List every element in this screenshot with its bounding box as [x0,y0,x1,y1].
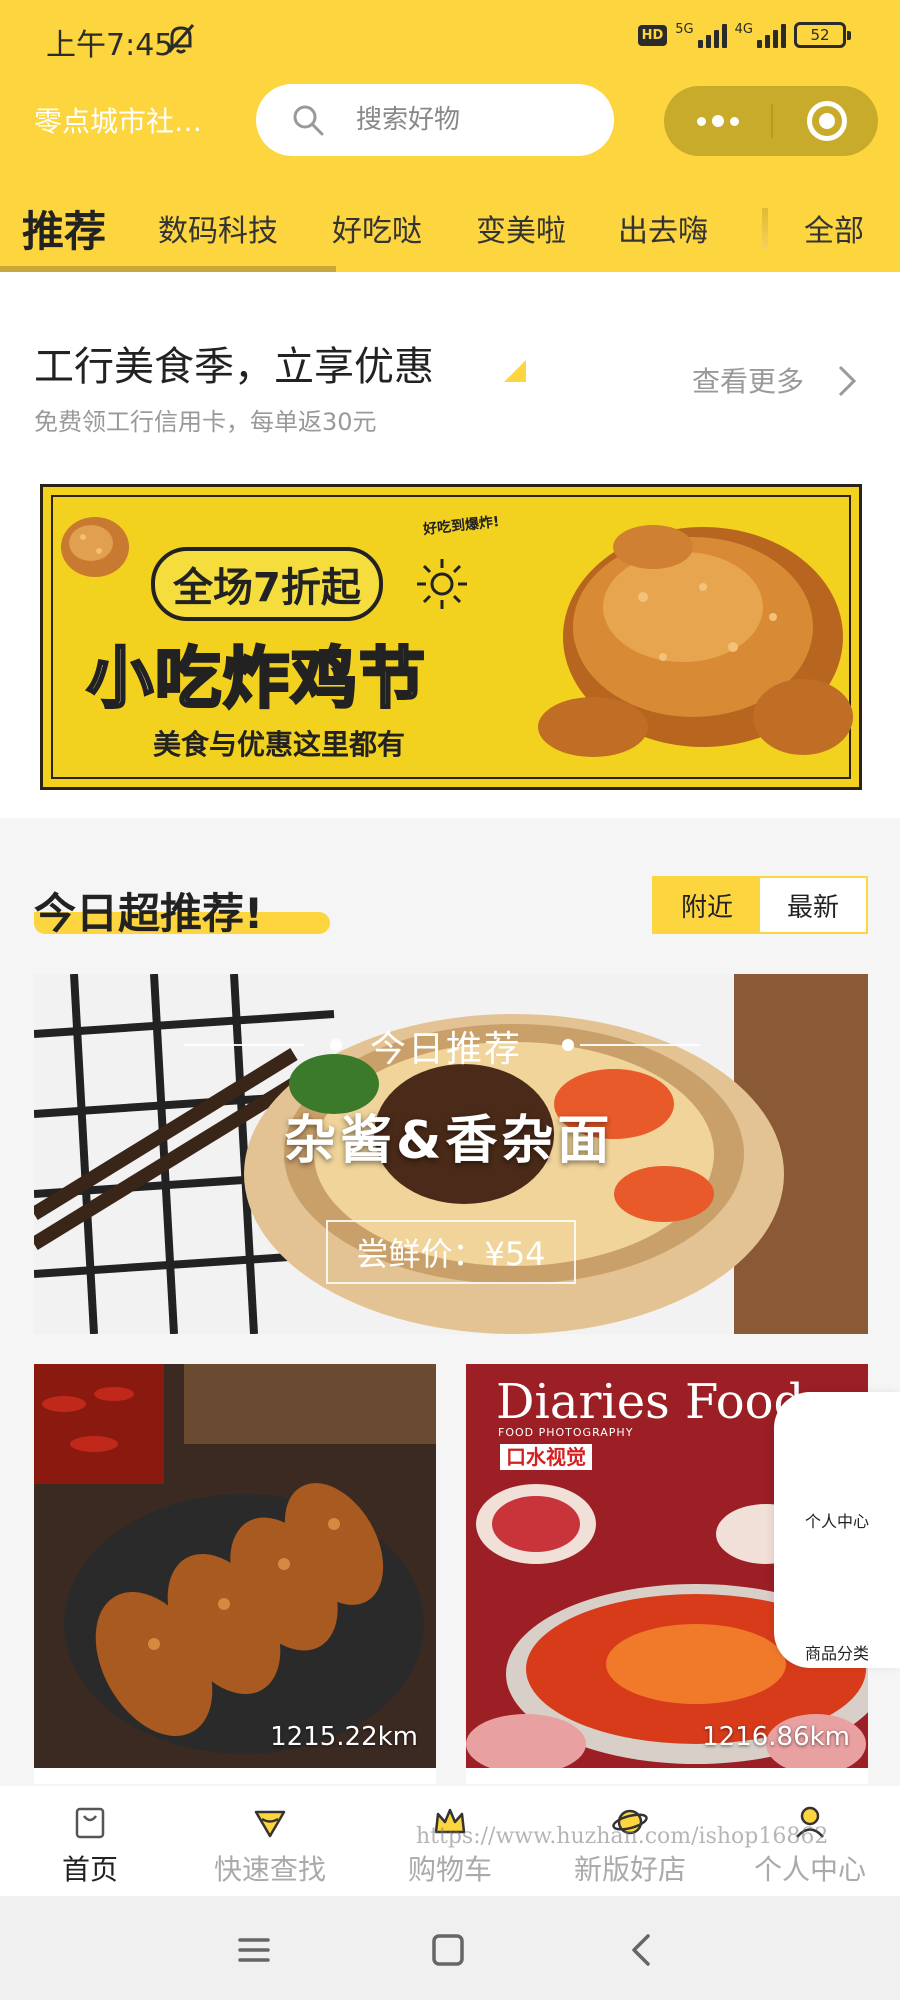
back-icon[interactable] [622,1930,662,1970]
segment-nearby[interactable]: 附近 [654,878,760,932]
feature-tag: 今日推荐 [370,1029,523,1070]
tabbar-quick-find[interactable]: 快速查找 [180,1786,360,1896]
banner-headline: 小吃炸鸡节 [86,639,427,719]
chevron-right-icon[interactable] [836,364,858,398]
watermark: https://www.huzhan.com/ishop16862 [416,1824,829,1849]
close-target-icon[interactable] [807,101,847,141]
tab-overflow-edge [762,208,768,250]
promo-title-accent [504,360,526,382]
status-bar: 上午7:45 HD 5G 4G 52 [0,0,900,78]
mini-program-capsule [664,86,878,156]
home-square-icon[interactable] [428,1930,468,1970]
distance-label: 1216.86km [702,1722,850,1752]
tabbar-home[interactable]: 首页 [0,1786,180,1896]
promo-title: 工行美食季，立享优惠 [34,344,434,390]
view-more-link[interactable]: 查看更多 [692,360,804,400]
header: 上午7:45 HD 5G 4G 52 零点城市社… 搜索好物 推荐 数码科技 好… [0,0,900,272]
battery-icon: 52 [794,22,851,48]
signal-4g-icon [757,22,786,48]
float-user-center[interactable]: 个人中心 [774,1508,900,1532]
status-indicators: HD 5G 4G 52 [637,22,851,48]
bag-icon [75,1807,105,1839]
network-4g-label: 4G [734,22,753,37]
feature-tag-line-right [580,1044,700,1046]
product-card[interactable]: 1215.22km [34,1364,436,1784]
tabbar-label: 快速查找 [213,1853,326,1886]
bell-off-icon [167,24,195,54]
duck-neck-image [34,1364,436,1768]
promo-section: 工行美食季，立享优惠 免费领工行信用卡，每单返30元 查看更多 好吃到爆炸! 全… [0,272,900,818]
tab-recommend[interactable]: 推荐 [22,198,106,259]
promo-banner[interactable]: 好吃到爆炸! 全场7折起 小吃炸鸡节 美食与优惠这里都有 [40,484,862,790]
search-bar[interactable] [256,84,614,156]
more-dots-icon[interactable] [664,86,771,156]
floating-quick-menu: 个人中心 商品分类 [774,1392,900,1668]
tabbar-label: 购物车 [407,1853,492,1886]
promo-subtitle: 免费领工行信用卡，每单返30元 [34,408,377,436]
search-input[interactable] [356,100,596,140]
capsule-divider [771,104,773,138]
feature-tag-dot-left [330,1039,342,1051]
status-time: 上午7:45 [46,28,174,63]
segment-latest[interactable]: 最新 [760,878,866,932]
tab-beauty[interactable]: 变美啦 [476,206,566,250]
gem-icon [254,1810,286,1838]
network-5g-label: 5G [675,22,694,37]
sort-toggle: 附近 最新 [652,876,868,934]
tabbar-label: 个人中心 [753,1853,866,1886]
card-brand-badge: 口水视觉 [500,1444,592,1470]
distance-label: 1215.22km [270,1722,418,1752]
feature-tag-line-left [184,1044,304,1046]
fried-chicken-leg-image [61,517,129,577]
featured-product-card[interactable]: 今日推荐 杂酱&香杂面 尝鲜价：¥54 [34,974,868,1334]
hd-badge: HD [637,24,668,46]
today-section-title: 今日超推荐! [34,889,264,938]
feature-tag-dot-right [562,1039,574,1051]
card-brand-title: Diaries Food [496,1374,805,1430]
banner-discount-pill: 全场7折起 [151,547,383,621]
tabbar-label: 新版好店 [573,1853,686,1886]
sun-icon [417,559,467,609]
tabbar-label: 首页 [61,1853,118,1886]
search-icon [293,105,324,136]
feature-product-name: 杂酱&香杂面 [284,1111,614,1171]
feature-price: 尝鲜价：¥54 [326,1220,576,1284]
signal-5g-icon [697,22,727,48]
banner-subline: 美食与优惠这里都有 [153,728,406,761]
category-tabs: 推荐 数码科技 好吃哒 变美啦 出去嗨 全部 [0,190,900,272]
menu-icon[interactable] [234,1930,274,1970]
fried-chicken-image [538,525,853,757]
city-selector[interactable]: 零点城市社… [34,100,234,140]
system-nav-bar [0,1896,900,2000]
tab-digital[interactable]: 数码科技 [158,206,278,250]
tab-food[interactable]: 好吃哒 [332,206,422,250]
tab-outing[interactable]: 出去嗨 [618,206,708,250]
card-brand-subtitle: FOOD PHOTOGRAPHY [498,1426,634,1439]
tab-all[interactable]: 全部 [804,206,864,250]
float-category[interactable]: 商品分类 [774,1640,900,1664]
